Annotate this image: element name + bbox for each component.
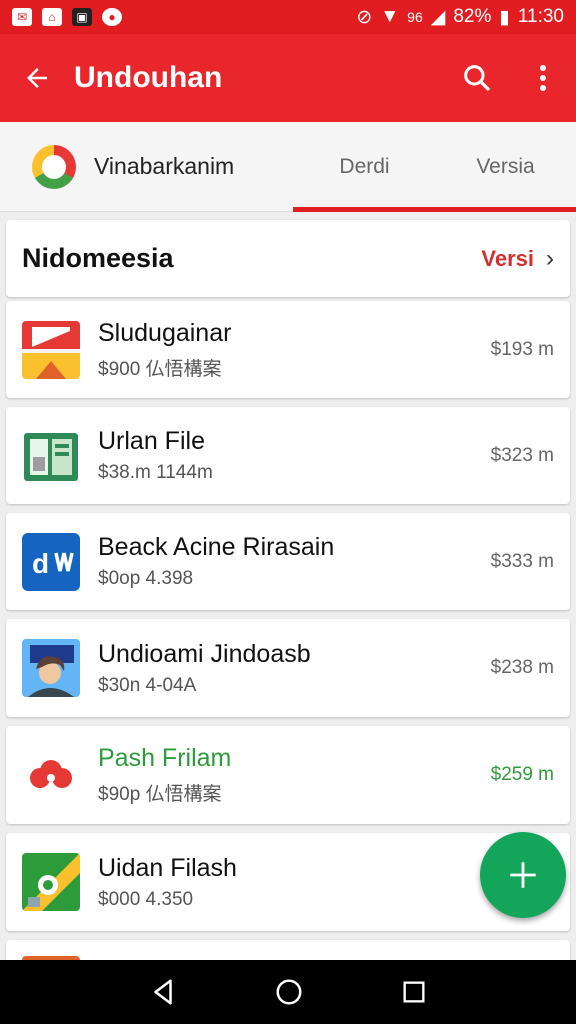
chrome-icon xyxy=(32,144,76,189)
item-size: $333 m xyxy=(490,550,554,572)
item-subtitle: $30n 4-04A xyxy=(98,674,197,696)
tab-versia[interactable]: Versia xyxy=(435,155,576,179)
item-subtitle: $90p 仏悟構案 xyxy=(98,784,222,805)
tab-derdi[interactable]: Derdi xyxy=(294,155,435,179)
notification-icon: ⌂ xyxy=(42,8,62,26)
item-name: Sludugainar xyxy=(98,318,232,347)
battery-level: 82% xyxy=(453,6,492,27)
plus-icon xyxy=(510,862,536,888)
item-name: Pash Frilam xyxy=(98,744,232,772)
wifi-icon: ▼ xyxy=(380,6,400,27)
notification-icon: ● xyxy=(102,8,122,26)
list-item[interactable]: d Beack Acine Rirasain $0op 4.398 $333 m xyxy=(6,513,570,610)
item-name: Urlan File xyxy=(98,427,205,455)
search-icon xyxy=(464,65,491,92)
item-size: $238 m xyxy=(490,657,554,678)
chevron-right-icon: › xyxy=(546,244,554,272)
list-item[interactable]: Undioami Jindoasb $30n 4-04A $238 m xyxy=(6,619,570,717)
list-item[interactable]: Urlan File $38.m 1144m $323 m xyxy=(6,407,570,504)
clock: 11:30 xyxy=(517,6,564,27)
item-name: Beack Acine Rirasain xyxy=(98,533,335,561)
battery-icon: ▮ xyxy=(499,6,510,28)
section-link[interactable]: Versi xyxy=(481,246,534,272)
app-icon xyxy=(22,320,80,379)
section-header[interactable]: Nidomeesia Versi › xyxy=(6,220,570,297)
list-item[interactable]: Pash Frilam $90p 仏悟構案 $259 m xyxy=(6,726,570,824)
app-icon: d xyxy=(22,532,80,591)
item-size: $193 m xyxy=(490,338,554,360)
add-button[interactable] xyxy=(480,832,566,918)
mute-icon: ⊘ xyxy=(356,6,373,28)
item-subtitle: $0op 4.398 xyxy=(98,568,194,589)
list-item[interactable]: Sludugainar $900 仏悟構案 $193 m xyxy=(6,301,570,398)
system-nav-bar xyxy=(0,960,576,1024)
signal-label: 96 xyxy=(407,9,423,25)
search-button[interactable] xyxy=(444,34,510,122)
avatar-app-icon xyxy=(22,639,80,697)
signal-icon: ◢ xyxy=(430,6,446,28)
item-size: $259 m xyxy=(490,764,554,785)
status-bar: ✉ ⌂ ▣ ● ⊘ ▼ 96 ◢ 82% ▮ 11:30 xyxy=(0,0,576,34)
app-icon xyxy=(22,746,80,804)
more-vert-icon xyxy=(540,65,546,91)
app-bar: Undouhan xyxy=(0,34,576,122)
tab-main-label: Vinabarkanim xyxy=(94,153,235,179)
notification-icons: ✉ ⌂ ▣ ● xyxy=(12,8,122,26)
nav-recents-icon[interactable] xyxy=(400,978,428,1006)
nav-back-icon[interactable] xyxy=(148,977,178,1007)
nav-home-icon[interactable] xyxy=(274,977,304,1007)
file-app-icon xyxy=(22,426,80,485)
item-name: Undioami Jindoasb xyxy=(98,639,311,668)
notification-icon: ✉ xyxy=(12,8,32,26)
page-title: Undouhan xyxy=(74,61,223,94)
tab-indicator xyxy=(293,207,576,212)
item-subtitle: $38.m 1144m xyxy=(98,462,213,483)
back-button[interactable] xyxy=(0,34,74,122)
svg-text:d: d xyxy=(32,548,49,579)
arrow-back-icon xyxy=(27,68,47,88)
item-subtitle: $900 仏悟構案 xyxy=(98,358,222,380)
app-icon xyxy=(22,853,80,911)
section-title: Nidomeesia xyxy=(22,243,174,273)
more-options-button[interactable] xyxy=(510,34,576,122)
notification-icon: ▣ xyxy=(72,8,92,26)
tab-bar: Vinabarkanim Derdi Versia xyxy=(0,122,576,212)
item-size: $323 m xyxy=(490,444,554,466)
tab-main[interactable]: Vinabarkanim xyxy=(0,144,294,189)
